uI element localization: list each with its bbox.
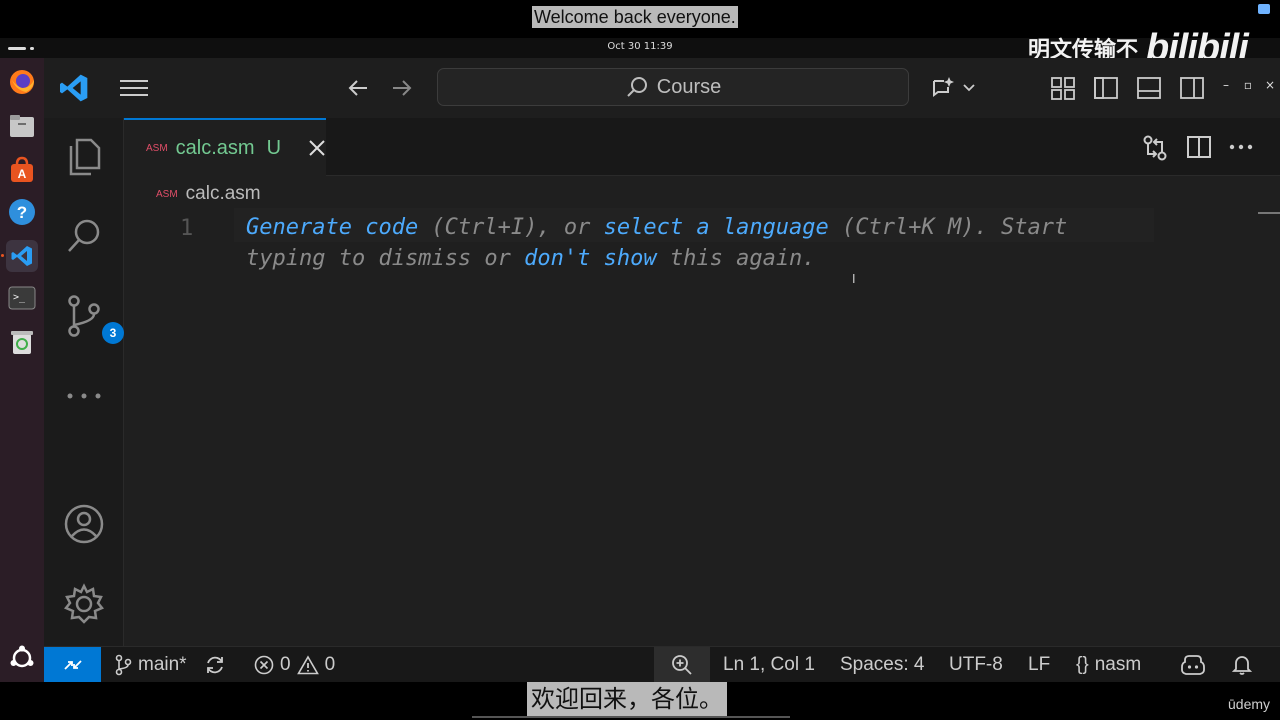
more-icon[interactable] [62, 374, 106, 418]
command-center-label: Course [656, 75, 722, 98]
empty-editor-hint: Generate code (Ctrl+I), or select a lang… [246, 212, 1146, 274]
source-control-badge: 3 [102, 322, 124, 344]
arrow-left-icon[interactable] [346, 76, 370, 100]
generate-code-link[interactable]: Generate code [246, 215, 418, 240]
git-untracked-badge: U [266, 136, 282, 159]
end-of-line[interactable]: LF [1028, 647, 1050, 683]
error-count: 0 [280, 654, 291, 675]
minimize-icon[interactable]: – [1219, 78, 1233, 92]
copilot-sparkle-icon [930, 75, 956, 101]
sync-button[interactable] [204, 647, 226, 683]
tab-calc-asm[interactable]: ASM calc.asm U [124, 118, 326, 176]
overview-ruler-mark [1258, 212, 1280, 214]
accounts-icon[interactable] [62, 502, 106, 546]
english-subtitle: Welcome back everyone. [532, 6, 738, 28]
warning-count: 0 [324, 654, 336, 675]
activity-bar: 3 [44, 118, 124, 646]
zoom-button[interactable] [654, 647, 710, 683]
asm-file-icon: ASM [146, 142, 168, 154]
chinese-subtitle: 欢迎回来，各位。 [527, 682, 727, 716]
customize-layout-icon[interactable] [1050, 75, 1076, 101]
git-branch-icon [114, 654, 132, 676]
ubuntu-dock: A ? >_ [0, 58, 44, 720]
svg-text:>_: >_ [13, 292, 26, 303]
branch-name: main* [138, 654, 187, 675]
ubuntu-apps-icon[interactable] [6, 642, 38, 674]
hint-text: (Ctrl+I), or [418, 215, 604, 240]
breadcrumb-filename[interactable]: calc.asm [186, 183, 261, 205]
svg-text:A: A [18, 167, 27, 181]
udemy-logo: ūdemy [1228, 696, 1271, 712]
open-changes-icon[interactable] [1142, 134, 1168, 161]
zoom-in-icon [671, 654, 693, 676]
status-bar: main* 0 0 Ln 1, Col 1 Spaces: 4 UTF-8 LF [44, 646, 1280, 683]
indentation[interactable]: Spaces: 4 [840, 647, 925, 683]
app-center-icon[interactable]: A [6, 154, 38, 186]
breadcrumb[interactable]: ASM calc.asm [156, 182, 261, 206]
search-icon [625, 75, 649, 99]
help-icon[interactable]: ? [6, 196, 38, 228]
toggle-secondary-sidebar-icon[interactable] [1179, 75, 1205, 101]
toggle-primary-sidebar-icon[interactable] [1093, 75, 1119, 101]
cursor-position[interactable]: Ln 1, Col 1 [723, 647, 815, 683]
running-indicator [1, 254, 4, 257]
error-icon [254, 655, 274, 675]
braces-icon: {} [1076, 654, 1089, 675]
hamburger-menu-icon[interactable] [120, 78, 148, 98]
sync-icon [204, 654, 226, 676]
tab-label: calc.asm [175, 136, 255, 159]
svg-text:?: ? [17, 203, 27, 222]
language-mode: nasm [1094, 654, 1142, 675]
chevron-down-icon [962, 83, 976, 93]
encoding[interactable]: UTF-8 [949, 647, 1003, 683]
explorer-icon[interactable] [62, 134, 106, 178]
trash-icon[interactable] [6, 326, 38, 358]
terminal-icon[interactable]: >_ [6, 282, 38, 314]
player-indicator-icon [1258, 4, 1270, 14]
search-icon[interactable] [62, 214, 106, 258]
toggle-panel-icon[interactable] [1136, 75, 1162, 101]
source-control-icon[interactable]: 3 [62, 294, 124, 344]
hint-text: this again. [656, 246, 816, 271]
branch-button[interactable]: main* [114, 647, 187, 683]
files-icon[interactable] [6, 110, 38, 142]
code-editor[interactable]: 1 Generate code (Ctrl+I), or select a la… [124, 208, 1280, 646]
vscode-window: Course – ▫ × 3 ASM calc.asm U ASM calc.a… [44, 58, 1280, 683]
vscode-logo-icon [58, 72, 90, 104]
warning-icon [296, 655, 319, 675]
bottom-caption-strip: 欢迎回来，各位。 ūdemy [0, 682, 1280, 720]
line-number: 1 [180, 216, 194, 241]
copilot-status-icon[interactable] [1180, 647, 1206, 683]
more-actions-icon[interactable] [1228, 134, 1254, 160]
remote-indicator-button[interactable] [44, 647, 101, 683]
dont-show-link[interactable]: don't show [524, 246, 656, 271]
select-language-link[interactable]: select a language [604, 215, 829, 240]
gear-icon[interactable] [62, 582, 106, 626]
vscode-icon[interactable] [6, 240, 38, 272]
split-editor-icon[interactable] [1186, 134, 1212, 160]
language-mode-button[interactable]: {} nasm [1076, 647, 1141, 683]
notifications-bell-icon[interactable] [1232, 647, 1252, 683]
video-progress-line [472, 716, 790, 718]
text-cursor-icon: I [852, 272, 856, 286]
copilot-menu-button[interactable] [930, 74, 980, 102]
title-bar: Course – ▫ × [44, 58, 1280, 118]
asm-file-icon: ASM [156, 188, 178, 200]
arrow-right-icon[interactable] [390, 76, 414, 100]
editor-tab-bar: ASM calc.asm U [124, 118, 1280, 176]
close-window-icon[interactable]: × [1263, 78, 1277, 92]
firefox-icon[interactable] [6, 66, 38, 98]
command-center-search[interactable]: Course [437, 68, 909, 106]
restore-icon[interactable]: ▫ [1241, 78, 1255, 92]
close-icon[interactable] [307, 138, 327, 158]
problems-button[interactable]: 0 0 [254, 647, 335, 683]
